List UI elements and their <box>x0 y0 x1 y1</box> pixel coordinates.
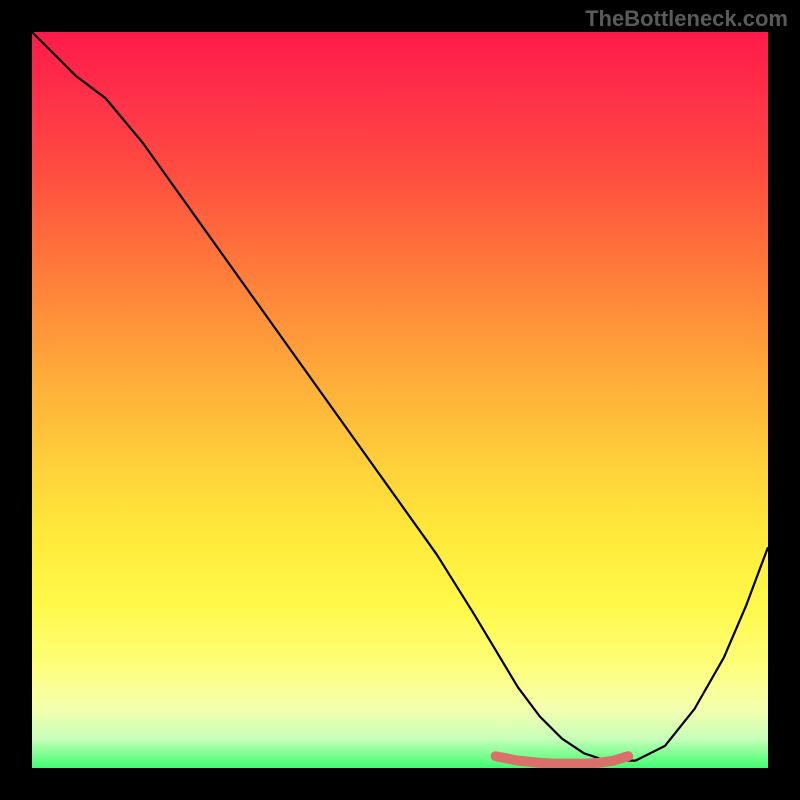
watermark-text: TheBottleneck.com <box>585 6 788 32</box>
plot-area <box>32 32 768 768</box>
bottleneck-curve <box>32 32 768 761</box>
optimal-range-marker <box>496 756 628 763</box>
chart-svg <box>32 32 768 768</box>
chart-container: TheBottleneck.com <box>0 0 800 800</box>
